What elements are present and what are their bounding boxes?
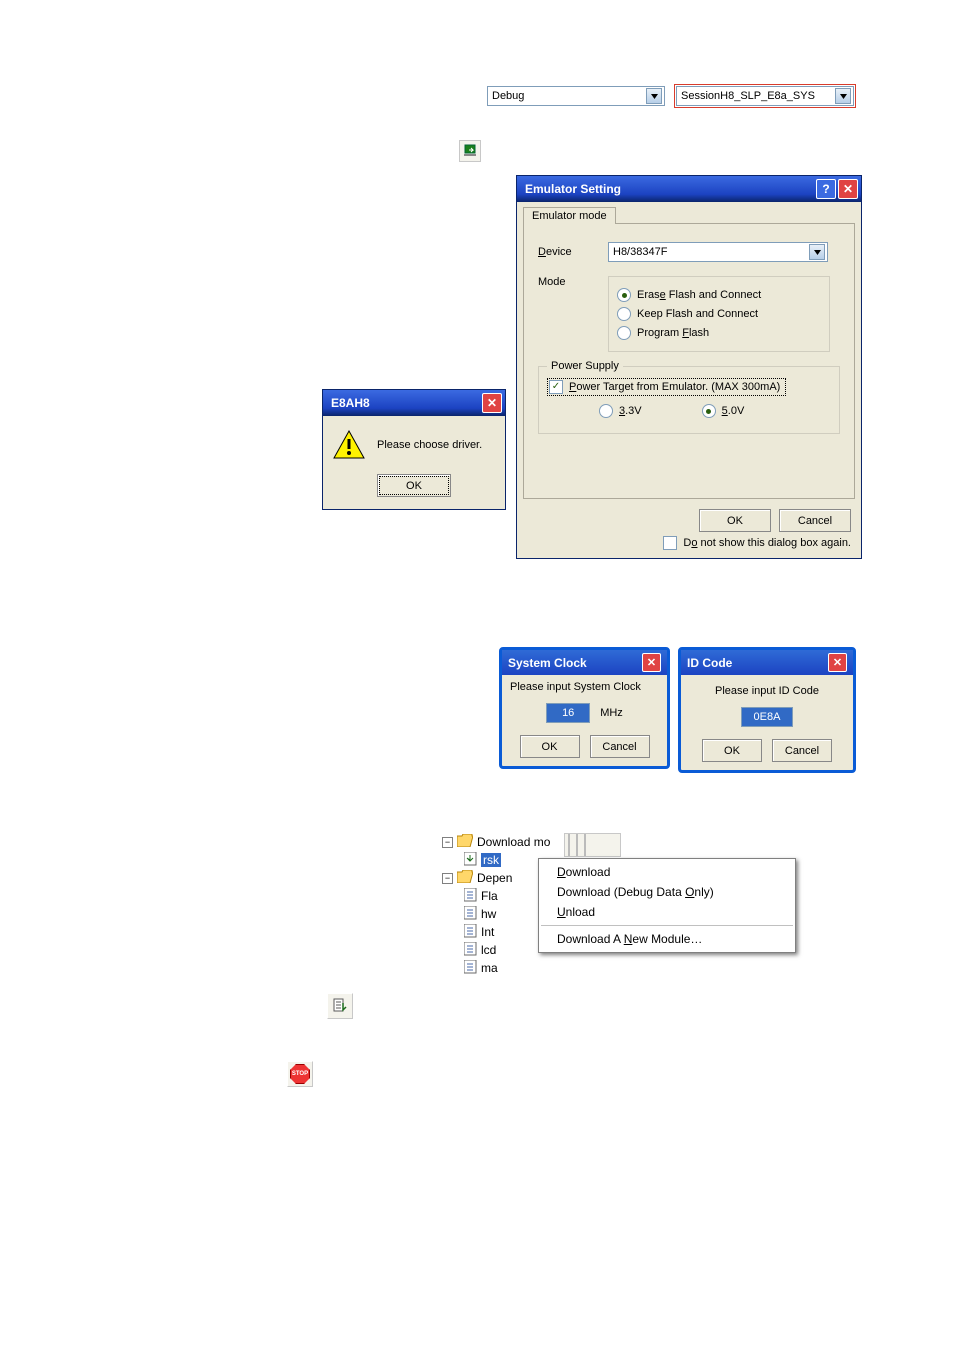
device-value: H8/38347F [613,246,667,258]
dropdown-arrow-icon[interactable] [809,244,825,260]
e8ah8-message: Please choose driver. [377,439,482,451]
emulator-setting-dialog: Emulator Setting ? ✕ Emulator mode Devic… [516,175,862,559]
radio-label: Keep Flash and Connect [637,308,758,320]
menu-item-download-debug-only[interactable]: Download (Debug Data Only) [539,882,795,902]
session-combo[interactable]: SessionH8_SLP_E8a_SYS [676,86,854,106]
tree-node-download-modules[interactable]: Download mo [477,835,550,849]
emulator-ok-button[interactable]: OK [699,509,771,532]
sysclock-input[interactable]: 16 [546,703,590,723]
close-icon[interactable]: ✕ [828,653,847,672]
radio-icon [617,288,631,302]
tree-node-rsk-selected[interactable]: rsk [481,853,501,867]
build-config-combo[interactable]: Debug [487,86,665,106]
idcode-input[interactable]: 0E8A [741,707,793,727]
file-icon [464,924,477,941]
e8ah8-titlebar[interactable]: E8AH8 ✕ [323,390,505,416]
e8ah8-title: E8AH8 [331,396,370,410]
file-icon [464,906,477,923]
e8ah8-ok-button[interactable]: OK [377,474,451,497]
sysclock-cancel-button[interactable]: Cancel [590,735,650,758]
cancel-label: Cancel [602,741,636,753]
tree-node-file[interactable]: Fla [481,889,498,903]
checkbox-icon [549,380,563,394]
sysclock-titlebar[interactable]: System Clock ✕ [502,650,667,675]
emulator-cancel-button[interactable]: Cancel [779,509,851,532]
radio-icon [617,326,631,340]
radio-icon [617,307,631,321]
tree-node-dependencies[interactable]: Depen [477,871,512,885]
idcode-titlebar[interactable]: ID Code ✕ [681,650,853,675]
tree-expander-icon[interactable]: − [442,837,453,848]
download-context-menu: Download Download (Debug Data Only) Unlo… [538,858,796,953]
tree-node-file[interactable]: Int [481,925,494,939]
ok-label: OK [406,480,422,492]
checkbox-dontshow[interactable] [663,536,677,550]
sysclock-ok-button[interactable]: OK [520,735,580,758]
sysclock-prompt: Please input System Clock [510,681,659,693]
close-icon[interactable]: ✕ [642,653,661,672]
file-icon [464,942,477,959]
radio-icon [702,404,716,418]
radio-program-flash[interactable]: Program Flash [617,326,821,340]
radio-3v3[interactable]: 3.3V [599,404,642,418]
download-module-icon [464,852,477,869]
tree-expander-icon[interactable]: − [442,873,453,884]
connect-icon-button[interactable] [459,140,481,162]
dontshow-label: Do not show this dialog box again. [683,537,851,549]
reset-go-icon-button[interactable] [327,993,353,1019]
idcode-title: ID Code [687,656,732,670]
warning-icon [333,430,365,460]
system-clock-dialog: System Clock ✕ Please input System Clock… [499,647,670,769]
idcode-prompt: Please input ID Code [689,685,845,697]
tree-node-file[interactable]: hw [481,907,496,921]
emulator-title: Emulator Setting [525,182,621,196]
radio-5v0[interactable]: 5.0V [702,404,745,418]
sysclock-unit: MHz [600,707,623,719]
menu-item-download-new-module[interactable]: Download A New Module… [539,929,795,949]
ok-label: OK [542,741,558,753]
idcode-ok-button[interactable]: OK [702,739,762,762]
ok-label: OK [727,515,743,527]
file-icon [464,960,477,977]
idcode-value: 0E8A [754,711,781,723]
tree-node-file[interactable]: ma [481,961,498,975]
toolbar-gripper[interactable] [564,833,621,857]
menu-item-unload[interactable]: Unload [539,902,795,922]
cancel-label: Cancel [798,515,832,527]
stop-label: STOP [292,1071,308,1077]
folder-open-icon [457,834,473,850]
e8ah8-dialog: E8AH8 ✕ Please choose driver. OK [322,389,506,510]
close-icon[interactable]: ✕ [482,393,502,413]
sysclock-title: System Clock [508,656,587,670]
idcode-cancel-button[interactable]: Cancel [772,739,832,762]
radio-erase-flash-connect[interactable]: Erase Flash and Connect [617,288,821,302]
cancel-label: Cancel [785,745,819,757]
tab-emulator-mode[interactable]: Emulator mode [523,207,616,224]
radio-icon [599,404,613,418]
close-icon[interactable]: ✕ [838,179,858,199]
check-power-target[interactable]: Power Target from Emulator. (MAX 300mA) [549,380,784,394]
file-icon [464,888,477,905]
build-config-value: Debug [492,90,524,102]
folder-open-icon [457,870,473,886]
ok-label: OK [724,745,740,757]
session-value: SessionH8_SLP_E8a_SYS [681,90,815,102]
tree-node-file[interactable]: lcd [481,943,496,957]
mode-label: Mode [538,276,608,352]
power-supply-legend: Power Supply [547,360,623,372]
dropdown-arrow-icon[interactable] [835,88,851,104]
stop-sign-icon: STOP [290,1064,310,1084]
device-label: Device [538,246,608,258]
id-code-dialog: ID Code ✕ Please input ID Code 0E8A OK C… [678,647,856,773]
device-combo[interactable]: H8/38347F [608,242,828,262]
help-icon[interactable]: ? [816,179,836,199]
stop-icon-button[interactable]: STOP [287,1061,313,1087]
sysclock-value: 16 [562,707,574,719]
radio-keep-flash-connect[interactable]: Keep Flash and Connect [617,307,821,321]
menu-separator [541,925,793,926]
menu-item-download[interactable]: Download [539,862,795,882]
emulator-titlebar[interactable]: Emulator Setting ? ✕ [517,176,861,202]
dropdown-arrow-icon[interactable] [646,88,662,104]
